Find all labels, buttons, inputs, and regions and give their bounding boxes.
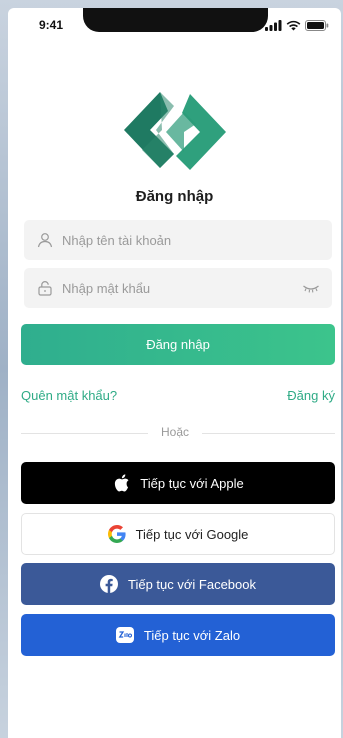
login-button[interactable]: Đăng nhập (21, 324, 335, 365)
password-field[interactable] (24, 268, 332, 308)
facebook-signin-button[interactable]: Tiếp tục với Facebook (21, 563, 335, 605)
google-signin-label: Tiếp tục với Google (135, 526, 249, 542)
system-icons (265, 20, 329, 31)
wifi-icon (286, 20, 301, 31)
apple-signin-label: Tiếp tục với Apple (140, 475, 244, 491)
battery-icon (305, 20, 329, 31)
username-field[interactable] (24, 220, 332, 260)
signal-icon (265, 20, 282, 31)
zalo-logo-icon (115, 627, 134, 643)
user-icon (36, 231, 54, 249)
status-bar: 9:41 (8, 8, 341, 42)
login-screen: 9:41 Đăng nhập Nhập tên tài khoản Đăng n… (8, 8, 341, 738)
username-input[interactable] (62, 232, 332, 248)
page-title: Đăng nhập (135, 188, 214, 205)
notch (83, 8, 268, 32)
eye-closed-icon[interactable] (302, 282, 320, 294)
register-link[interactable]: Đăng ký (287, 388, 335, 403)
apple-signin-button[interactable]: Tiếp tục với Apple (21, 462, 335, 504)
or-label: Hoặc (148, 425, 202, 439)
lock-icon (36, 279, 54, 297)
forgot-password-link[interactable]: Quên mật khẩu? (21, 388, 117, 403)
password-input[interactable] (62, 280, 302, 296)
facebook-signin-label: Tiếp tục với Facebook (128, 576, 256, 592)
zalo-signin-button[interactable]: Tiếp tục với Zalo (21, 614, 335, 656)
status-time: 9:41 (39, 18, 64, 32)
app-logo (124, 92, 226, 170)
apple-logo-icon (112, 473, 130, 493)
zalo-signin-label: Tiếp tục với Zalo (143, 627, 241, 643)
google-signin-button[interactable]: Tiếp tục với Google (21, 513, 335, 555)
facebook-logo-icon (100, 575, 118, 593)
google-logo-icon (107, 525, 126, 543)
